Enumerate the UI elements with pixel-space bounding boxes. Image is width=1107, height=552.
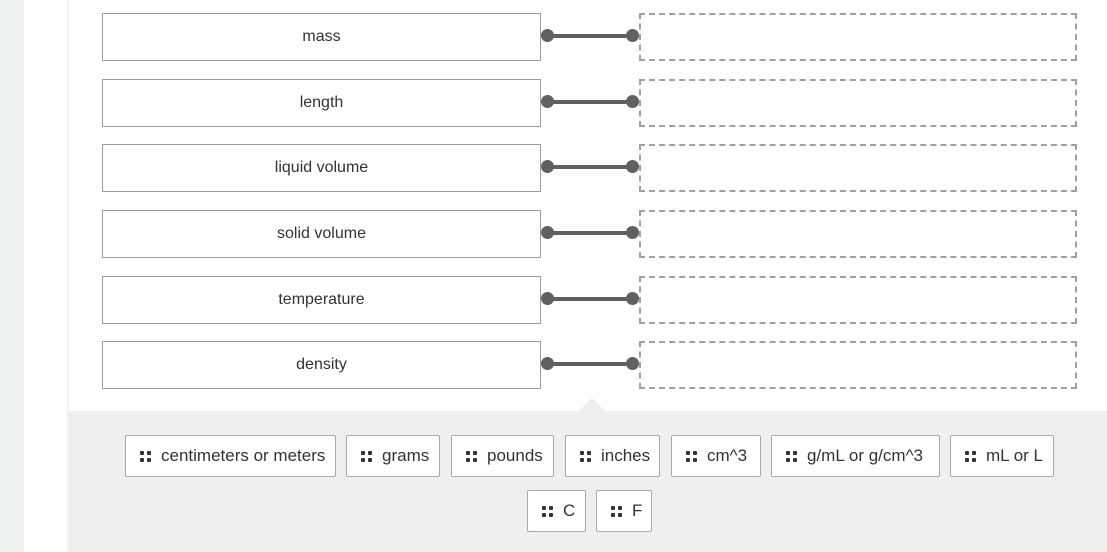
chip-label: grams [382,446,430,465]
drag-handle-icon[interactable] [611,505,622,517]
match-row-length: length [69,79,1107,127]
dropzone-density[interactable] [639,341,1077,389]
dropzone-liquid-volume[interactable] [639,144,1077,192]
term-box: mass [102,13,541,61]
answer-chip[interactable]: g/mL or g/cm^3 [771,435,940,477]
chip-label: inches [601,446,651,465]
term-box: solid volume [102,210,541,258]
term-box: density [102,341,541,389]
drag-handle-icon[interactable] [580,450,591,462]
answer-chip[interactable]: grams [346,435,440,477]
matching-question: mass length liquid volume solid volume t… [69,0,1107,411]
dropzone-solid-volume[interactable] [639,210,1077,258]
drag-handle-icon[interactable] [542,505,553,517]
dropzone-temperature[interactable] [639,276,1077,324]
drag-handle-icon[interactable] [786,450,797,462]
dropzone-mass[interactable] [639,13,1077,61]
answer-chip[interactable]: mL or L [950,435,1054,477]
chip-label: centimeters or meters [161,446,326,465]
match-row-solid-volume: solid volume [69,210,1107,258]
connector-icon [541,357,639,371]
chip-label: g/mL or g/cm^3 [807,446,923,465]
answer-chip[interactable]: C [527,490,586,532]
chip-label: pounds [487,446,543,465]
term-box: length [102,79,541,127]
drag-handle-icon[interactable] [140,450,151,462]
dropzone-length[interactable] [639,79,1077,127]
connector-icon [541,29,639,43]
connector-icon [541,95,639,109]
term-box: temperature [102,276,541,324]
answer-chip[interactable]: F [596,490,652,532]
match-row-mass: mass [69,13,1107,61]
connector-icon [541,226,639,240]
connector-icon [541,160,639,174]
left-gutter [0,0,24,552]
drag-handle-icon[interactable] [361,450,372,462]
chip-label: C [563,501,576,520]
drag-handle-icon[interactable] [965,450,976,462]
answer-chip[interactable]: pounds [451,435,554,477]
chip-label: cm^3 [707,446,748,465]
connector-icon [541,292,639,306]
bank-notch [579,398,605,411]
term-box: liquid volume [102,144,541,192]
match-row-liquid-volume: liquid volume [69,144,1107,192]
answer-chip[interactable]: cm^3 [671,435,761,477]
drag-handle-icon[interactable] [686,450,697,462]
answer-bank: centimeters or meters grams pounds inche… [69,398,1107,552]
match-row-density: density [69,341,1107,389]
chip-label: F [632,501,643,520]
answer-chip[interactable]: inches [565,435,660,477]
answer-chip[interactable]: centimeters or meters [125,435,336,477]
match-row-temperature: temperature [69,276,1107,324]
drag-handle-icon[interactable] [466,450,477,462]
chip-label: mL or L [986,446,1044,465]
